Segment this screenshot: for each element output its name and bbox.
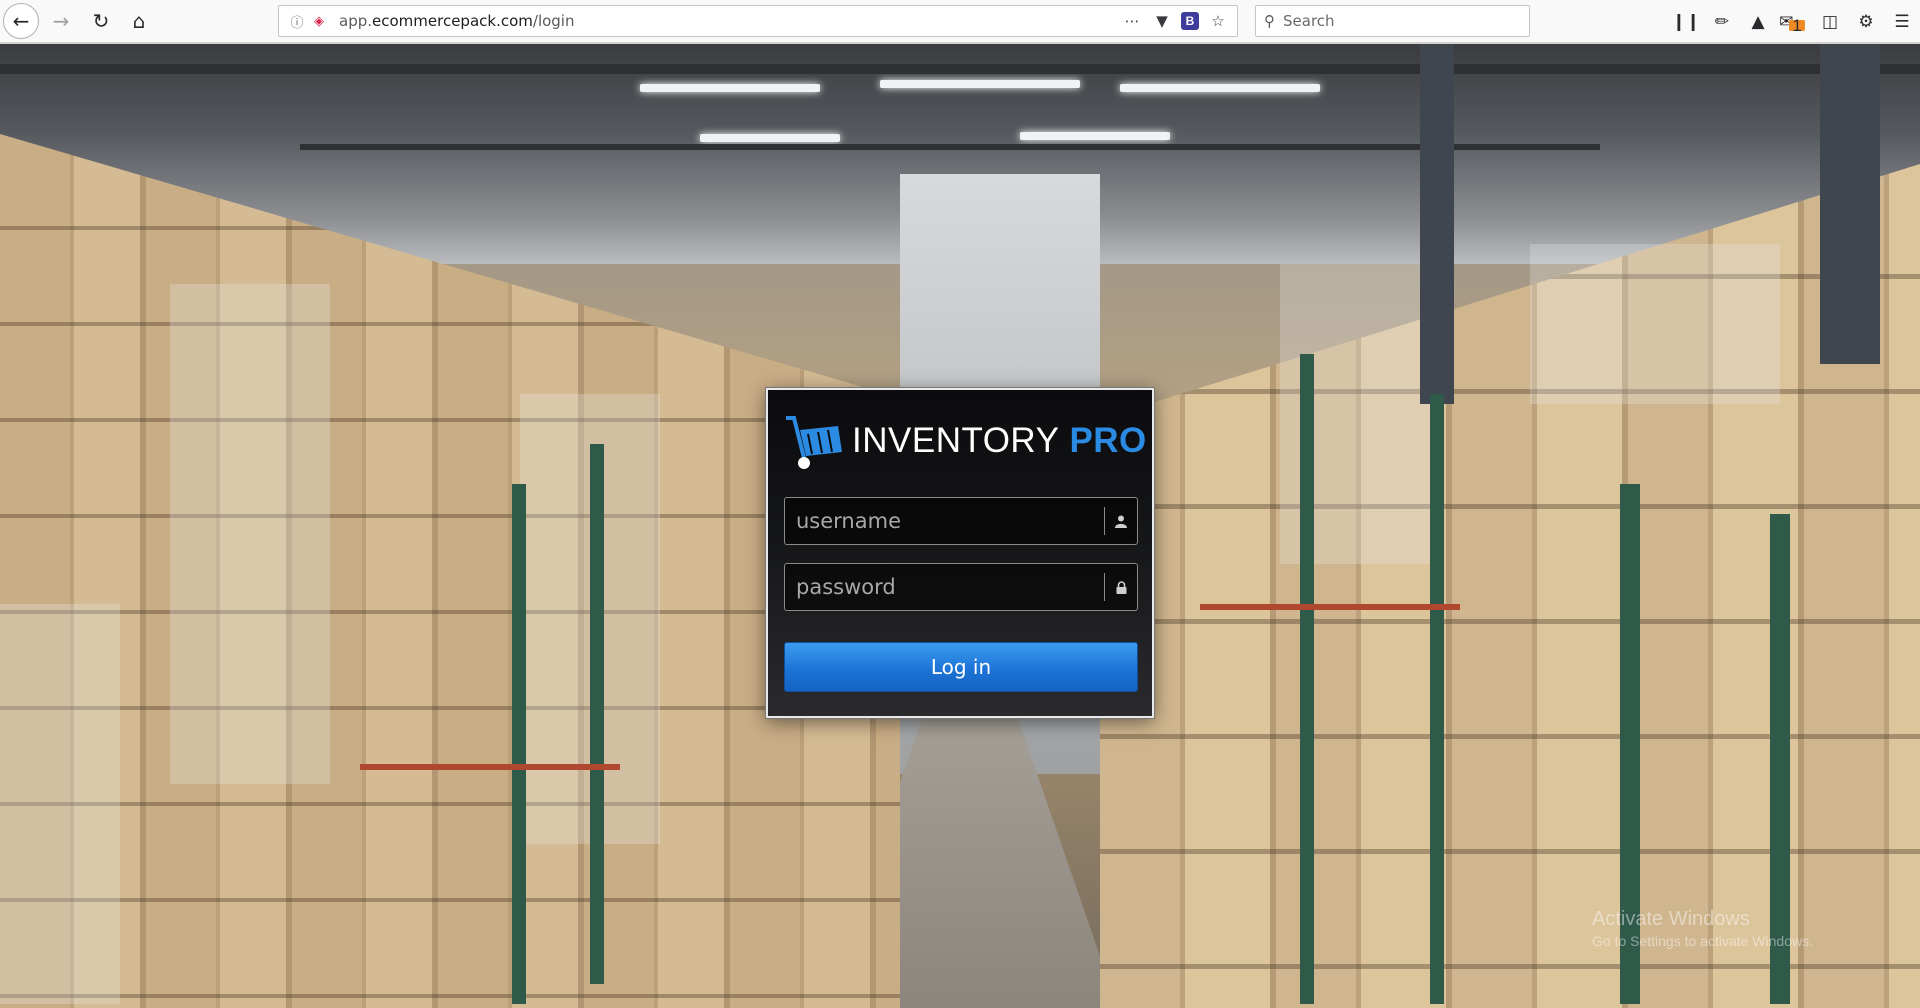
ceiling-light: [1120, 84, 1320, 92]
lock-icon: [1105, 580, 1137, 594]
back-icon: ←: [12, 9, 30, 33]
rack-post: [590, 444, 604, 984]
rack-rail: [360, 764, 620, 770]
library-icon[interactable]: ❙❙: [1668, 4, 1704, 40]
plastic-wrap: [0, 604, 120, 1004]
rack-post: [1430, 394, 1444, 1004]
home-icon: ⌂: [132, 9, 146, 33]
password-field: [784, 563, 1138, 611]
more-icon[interactable]: ⋯: [1121, 10, 1143, 32]
tracking-shield-icon[interactable]: ◈: [309, 11, 329, 31]
cart-logo-icon: [786, 416, 842, 469]
brand-name: INVENTORY PRO: [852, 421, 1147, 461]
password-input[interactable]: [785, 564, 1104, 610]
extension-icon[interactable]: ▲: [1740, 4, 1776, 40]
ceiling-light: [640, 84, 820, 92]
browser-toolbar: ← → ↻ ⌂ ⓘ ◈ app.ecommercepack.com/login …: [0, 0, 1920, 43]
settings-icon[interactable]: ⚙: [1848, 4, 1884, 40]
watermark-title: Activate Windows: [1592, 908, 1750, 930]
watermark-subtitle: Go to Settings to activate Windows.: [1592, 933, 1813, 949]
right-pallet-stack: [1100, 164, 1920, 1008]
forward-button[interactable]: →: [43, 3, 79, 39]
steel-pillar: [1820, 44, 1880, 364]
search-placeholder: Search: [1283, 12, 1335, 30]
steel-pillar: [1420, 44, 1454, 404]
ceiling-light: [700, 134, 840, 142]
reload-icon: ↻: [92, 9, 110, 33]
sidebar-icon[interactable]: ◫: [1812, 4, 1848, 40]
plastic-wrap: [170, 284, 330, 784]
pocket-icon[interactable]: ▼: [1151, 10, 1173, 32]
left-pallet-stack: [0, 134, 900, 1008]
rack-rail: [1200, 604, 1460, 610]
bookmark-star-icon[interactable]: ☆: [1207, 10, 1229, 32]
ceiling-beam: [0, 64, 1920, 74]
home-button[interactable]: ⌂: [121, 3, 157, 39]
url-prefix: app.: [339, 12, 373, 30]
plastic-wrap: [1530, 244, 1780, 404]
search-icon: ⚲: [1264, 12, 1275, 30]
username-field: [784, 497, 1138, 545]
username-input[interactable]: [785, 498, 1104, 544]
ceiling-beam: [300, 144, 1600, 150]
login-button[interactable]: Log in: [784, 642, 1138, 692]
forward-icon: →: [52, 9, 70, 33]
menu-icon[interactable]: ☰: [1884, 4, 1920, 40]
brand-pro: PRO: [1069, 421, 1147, 460]
search-bar[interactable]: ⚲ Search: [1255, 5, 1530, 37]
brand-logo: INVENTORY PRO: [782, 412, 1147, 470]
rack-post: [1300, 354, 1314, 1004]
info-icon[interactable]: ⓘ: [287, 11, 307, 31]
login-card: INVENTORYPRO Log in: [766, 388, 1154, 718]
ext-badge-icon[interactable]: B: [1181, 12, 1199, 30]
reload-button[interactable]: ↻: [83, 3, 119, 39]
notification-count-badge: 1: [1789, 17, 1805, 34]
brand-main: INVENTORY: [852, 421, 1060, 460]
ceiling-light: [1020, 132, 1170, 140]
url-path: /login: [532, 12, 575, 30]
user-icon: [1105, 515, 1137, 528]
back-button[interactable]: ←: [3, 3, 39, 39]
url-text[interactable]: app.ecommercepack.com/login: [339, 12, 575, 30]
windows-activation-watermark: Activate Windows Go to Settings to activ…: [1592, 908, 1813, 949]
url-bar[interactable]: ⓘ ◈ app.ecommercepack.com/login ⋯ ▼ B ☆: [278, 5, 1238, 37]
url-actions: ⋯ ▼ B ☆: [1121, 10, 1237, 32]
ceiling-light: [880, 80, 1080, 88]
url-domain: ecommercepack.com: [372, 12, 533, 30]
eyedropper-icon[interactable]: ✏: [1704, 4, 1740, 40]
toolbar-right-icons: ❙❙ ✏ ▲ ✉ 1 ◫ ⚙ ☰: [1668, 0, 1920, 43]
notification-icon[interactable]: ✉ 1: [1776, 4, 1812, 40]
rack-post: [512, 484, 526, 1004]
